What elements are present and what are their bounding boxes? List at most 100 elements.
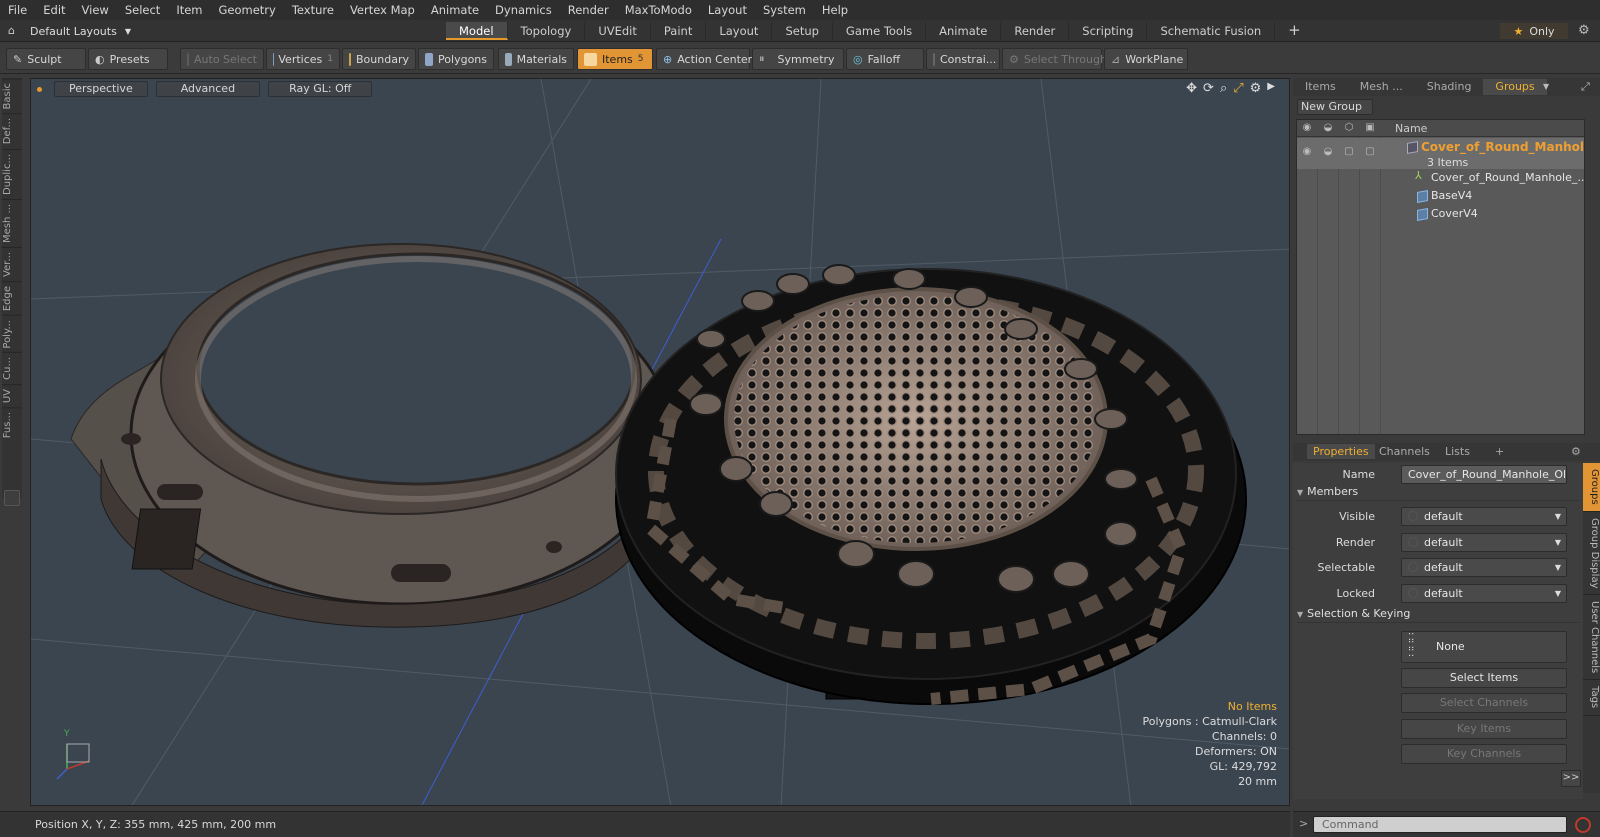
tab-animate[interactable]: Animate — [926, 22, 1002, 40]
boundary-button[interactable]: Boundary — [342, 48, 416, 70]
menu-item-file[interactable]: File — [0, 3, 35, 17]
symmetry-button[interactable]: ⏸ Symmetry — [752, 48, 844, 70]
tab-model[interactable]: Model — [446, 22, 508, 40]
tab-uvedit[interactable]: UVEdit — [585, 22, 651, 40]
lock-icon[interactable]: ⬡ — [1342, 122, 1356, 135]
menu-item-help[interactable]: Help — [814, 3, 856, 17]
visible-select[interactable]: default ▼ — [1401, 507, 1567, 526]
vertices-button[interactable]: Vertices 1 — [266, 48, 340, 70]
add-prop-tab-button[interactable]: + — [1489, 444, 1510, 459]
tabs-menu-icon[interactable]: ▼ — [1531, 79, 1561, 95]
right-tab-mesh-[interactable]: Mesh ... — [1348, 79, 1415, 95]
side-tab-groups[interactable]: Groups — [1583, 463, 1600, 512]
render-select[interactable]: default ▼ — [1401, 533, 1567, 552]
tab-paint[interactable]: Paint — [651, 22, 707, 40]
auto-select-button[interactable]: Auto Select — [180, 48, 264, 70]
tab-layout[interactable]: Layout — [706, 22, 773, 40]
left-tab-8[interactable]: UV — [2, 384, 22, 408]
menu-item-animate[interactable]: Animate — [423, 3, 487, 17]
group-child-row[interactable]: BaseV4 — [1297, 187, 1584, 205]
render-toggle-icon[interactable]: ◒ — [1321, 146, 1335, 159]
3d-viewport[interactable]: Perspective Advanced Ray GL: Off ✥ ⟳ ⌕ ⤢… — [30, 78, 1290, 806]
group-child-row[interactable]: CoverV4 — [1297, 205, 1584, 223]
select-items-button[interactable]: Select Items — [1401, 668, 1567, 688]
menu-item-select[interactable]: Select — [117, 3, 168, 17]
selectable-select[interactable]: default ▼ — [1401, 558, 1567, 577]
tab-topology[interactable]: Topology — [508, 22, 586, 40]
name-field[interactable]: Cover_of_Round_Manhole_Old (: — [1401, 465, 1567, 484]
right-tab-items[interactable]: Items — [1293, 79, 1348, 95]
left-tab-5[interactable]: Edge — [2, 280, 22, 315]
left-tab-0[interactable]: Basic — [2, 78, 22, 114]
menu-item-maxtomodo[interactable]: MaxToModo — [617, 3, 700, 17]
side-tab-tags[interactable]: Tags — [1583, 680, 1600, 716]
tab-game-tools[interactable]: Game Tools — [833, 22, 927, 40]
expand-arrow-icon[interactable]: ▶ — [1267, 81, 1275, 96]
select-channels-button[interactable]: Select Channels — [1401, 693, 1567, 713]
selection-keying-section[interactable]: ▼ Selection & Keying — [1297, 607, 1579, 623]
prop-tab-lists[interactable]: Lists — [1439, 444, 1476, 459]
add-tab-button[interactable]: + — [1275, 22, 1314, 40]
fit-view-icon[interactable]: ⤢ — [1233, 81, 1243, 96]
group-row[interactable]: ◉ ◒ ▢ ▢ Cover_of_Round_Manhol ... 3 Item… — [1297, 138, 1584, 169]
menu-item-texture[interactable]: Texture — [284, 3, 342, 17]
command-input[interactable]: Command — [1313, 816, 1567, 833]
left-tab-6[interactable]: Poly... — [2, 314, 22, 353]
locked-select[interactable]: default ▼ — [1401, 584, 1567, 603]
group-child-row[interactable]: ⅄ Cover_of_Round_Manhole_... — [1297, 169, 1584, 187]
rotate-view-icon[interactable]: ⟳ — [1203, 81, 1214, 96]
menu-item-vertex-map[interactable]: Vertex Map — [342, 3, 423, 17]
lock-toggle-icon[interactable]: ▢ — [1342, 146, 1356, 159]
left-tab-3[interactable]: Mesh ... — [2, 198, 22, 247]
menu-item-system[interactable]: System — [755, 3, 814, 17]
left-tab-7[interactable]: Cu... — [2, 352, 22, 385]
prop-tab-properties[interactable]: Properties — [1307, 444, 1375, 459]
none-button[interactable]: ⁚⁚ ⁚⁚ ⁚⁚ None — [1401, 631, 1567, 663]
perspective-button[interactable]: Perspective — [54, 81, 148, 97]
items-button[interactable]: Items 5 — [577, 48, 653, 70]
tab-setup[interactable]: Setup — [772, 22, 833, 40]
zoom-icon[interactable]: ⌕ — [1220, 81, 1227, 96]
select-icon[interactable]: ▣ — [1363, 122, 1377, 135]
prop-tab-channels[interactable]: Channels — [1373, 444, 1436, 459]
eye-icon[interactable]: ◉ — [1300, 122, 1314, 135]
menu-item-item[interactable]: Item — [168, 3, 210, 17]
left-strip-button[interactable] — [4, 490, 20, 506]
maximize-icon[interactable]: ⤢ — [1569, 79, 1600, 95]
side-tab-group-display[interactable]: Group Display — [1583, 512, 1600, 596]
members-section[interactable]: ▼ Members — [1297, 485, 1579, 501]
menu-item-geometry[interactable]: Geometry — [211, 3, 284, 17]
action-center-button[interactable]: ⊕ Action Center — [656, 48, 752, 70]
only-toggle[interactable]: ★ Only — [1500, 23, 1568, 39]
presets-button[interactable]: ◐ Presets — [88, 48, 168, 70]
move-view-icon[interactable]: ✥ — [1186, 81, 1197, 96]
visibility-toggle-icon[interactable]: ◉ — [1300, 146, 1314, 159]
materials-button[interactable]: Materials — [498, 48, 574, 70]
workplane-button[interactable]: ⊿ WorkPlane — [1104, 48, 1188, 70]
gear-icon[interactable]: ⚙ — [1578, 23, 1590, 38]
menu-item-render[interactable]: Render — [560, 3, 617, 17]
name-column-header[interactable]: Name — [1395, 122, 1427, 135]
side-tab-user-channels[interactable]: User Channels — [1583, 595, 1600, 681]
constraints-button[interactable]: Constrai... — [926, 48, 1000, 70]
more-button[interactable]: >> — [1561, 770, 1581, 787]
key-channels-button[interactable]: Key Channels — [1401, 744, 1567, 764]
tab-scripting[interactable]: Scripting — [1069, 22, 1148, 40]
sculpt-button[interactable]: ✎ Sculpt — [6, 48, 86, 70]
left-tab-9[interactable]: Fus... — [2, 407, 22, 443]
shading-button[interactable]: Advanced — [155, 81, 261, 97]
record-icon[interactable] — [1575, 817, 1591, 833]
key-items-button[interactable]: Key Items — [1401, 719, 1567, 739]
layouts-dropdown[interactable]: ⌂ Default Layouts ▼ — [8, 23, 131, 39]
tab-render[interactable]: Render — [1001, 22, 1070, 40]
tab-schematic-fusion[interactable]: Schematic Fusion — [1147, 22, 1276, 40]
properties-gear-icon[interactable]: ⚙ — [1565, 444, 1587, 459]
home-icon[interactable]: ⌂ — [8, 24, 22, 38]
menu-item-dynamics[interactable]: Dynamics — [487, 3, 560, 17]
left-tab-4[interactable]: Ver... — [2, 246, 22, 281]
left-tab-1[interactable]: Def... — [2, 113, 22, 149]
menu-item-edit[interactable]: Edit — [35, 3, 73, 17]
render-icon[interactable]: ◒ — [1321, 122, 1335, 135]
left-tab-2[interactable]: Duplic... — [2, 148, 22, 199]
select-through-button[interactable]: ⚙ Select Through — [1002, 48, 1107, 70]
